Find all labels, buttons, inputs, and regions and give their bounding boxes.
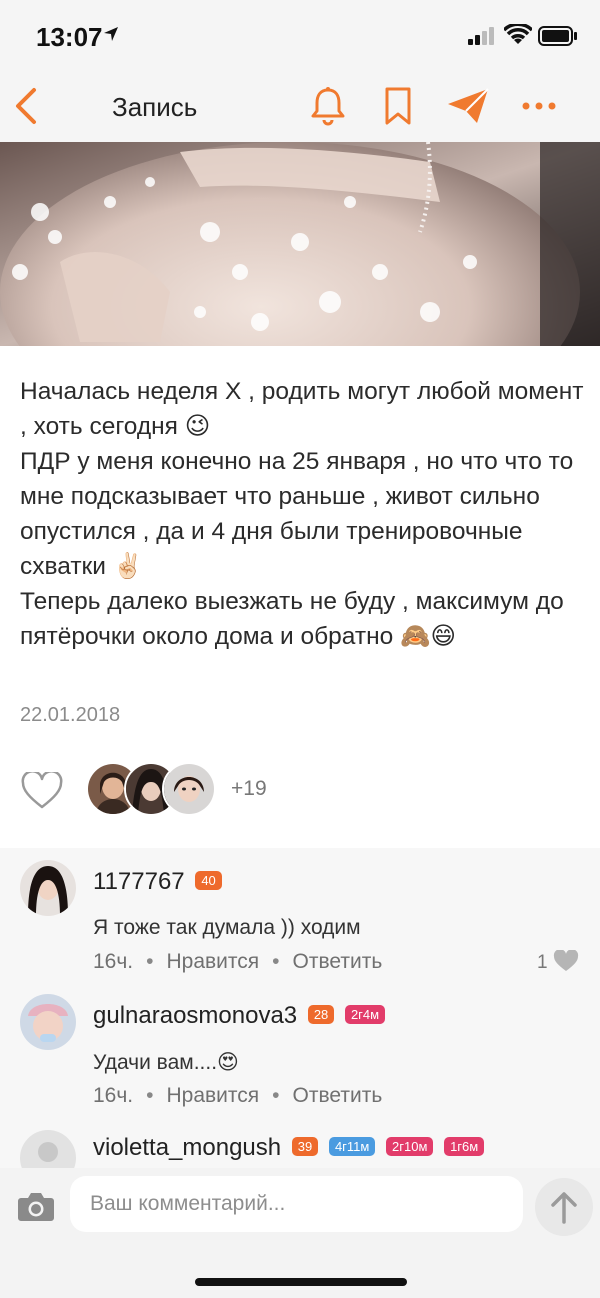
- home-indicator[interactable]: [195, 1278, 407, 1286]
- commenter-name-text[interactable]: 1177767: [93, 868, 185, 895]
- comment-text: Удачи вам....😍: [93, 1051, 239, 1074]
- post-date: 22.01.2018: [20, 704, 121, 726]
- page-title: Запись: [112, 92, 198, 122]
- back-arrow-icon[interactable]: [8, 84, 48, 128]
- status-badge: 28: [307, 1005, 335, 1024]
- nav-bar: Запись: [0, 70, 600, 143]
- share-send-icon[interactable]: [446, 87, 490, 125]
- comment-meta: 16ч. • Нравится • Ответить: [93, 1084, 382, 1108]
- commenter-avatar[interactable]: [20, 860, 76, 916]
- comments-list: 1177767 40 Я тоже так думала )) ходим 16…: [0, 848, 600, 1168]
- comment-meta: 16ч. • Нравится • Ответить: [93, 950, 382, 974]
- comment-like-count[interactable]: 1: [537, 949, 579, 974]
- reply-button[interactable]: Ответить: [293, 950, 383, 974]
- commenter-name-text[interactable]: violetta_mongush: [93, 1134, 281, 1161]
- photo-image: [0, 142, 600, 346]
- heart-filled-icon: [553, 949, 578, 971]
- commenter-avatar[interactable]: [20, 1130, 76, 1168]
- status-badge: 2г4м: [344, 1005, 386, 1024]
- comment-input[interactable]: [70, 1176, 523, 1232]
- status-badge: 2г10м: [386, 1137, 434, 1156]
- more-dots-icon[interactable]: [521, 101, 557, 111]
- status-badge: 40: [195, 871, 222, 890]
- like-comment-button[interactable]: Нравится: [167, 1084, 260, 1108]
- comment-time: 16ч.: [93, 950, 134, 973]
- camera-icon[interactable]: [17, 1190, 55, 1222]
- location-arrow-icon: [104, 27, 118, 41]
- comment-like-count-text: 1: [537, 952, 548, 973]
- post-photo[interactable]: [0, 142, 600, 346]
- status-time: 13:07: [36, 22, 103, 52]
- comment-time: 16ч.: [93, 1084, 134, 1107]
- wifi-icon: [504, 24, 532, 44]
- commenter-name[interactable]: 1177767 40: [93, 868, 222, 896]
- commenter-name[interactable]: gulnaraosmonova3 28 2г4м: [93, 1002, 386, 1030]
- likes-more-count[interactable]: +19: [231, 777, 267, 801]
- send-comment-button[interactable]: [535, 1178, 593, 1236]
- like-comment-button[interactable]: Нравится: [167, 950, 260, 974]
- separator-dot: •: [272, 950, 280, 973]
- bookmark-icon[interactable]: [383, 86, 413, 126]
- status-badge: 4г11м: [328, 1137, 376, 1156]
- status-bar: 13:07: [0, 0, 600, 70]
- bell-icon[interactable]: [309, 86, 347, 126]
- separator-dot: •: [146, 1084, 154, 1107]
- commenter-avatar[interactable]: [20, 994, 76, 1050]
- status-badge: 39: [291, 1137, 319, 1156]
- heart-icon[interactable]: [21, 772, 63, 810]
- commenter-name[interactable]: violetta_mongush 39 4г11м 2г10м 1г6м: [93, 1134, 485, 1162]
- arrow-up-icon: [551, 1192, 577, 1224]
- status-badge: 1г6м: [444, 1137, 485, 1156]
- comment-text: Я тоже так думала )) ходим: [93, 916, 361, 939]
- post-text: Началась неделя Х , родить могут любой м…: [20, 378, 584, 650]
- commenter-name-text[interactable]: gulnaraosmonova3: [93, 1002, 297, 1029]
- avatar: [162, 762, 216, 816]
- separator-dot: •: [146, 950, 154, 973]
- separator-dot: •: [272, 1084, 280, 1107]
- cellular-signal-icon: [468, 27, 494, 45]
- reply-button[interactable]: Ответить: [293, 1084, 383, 1108]
- battery-icon: [538, 26, 577, 46]
